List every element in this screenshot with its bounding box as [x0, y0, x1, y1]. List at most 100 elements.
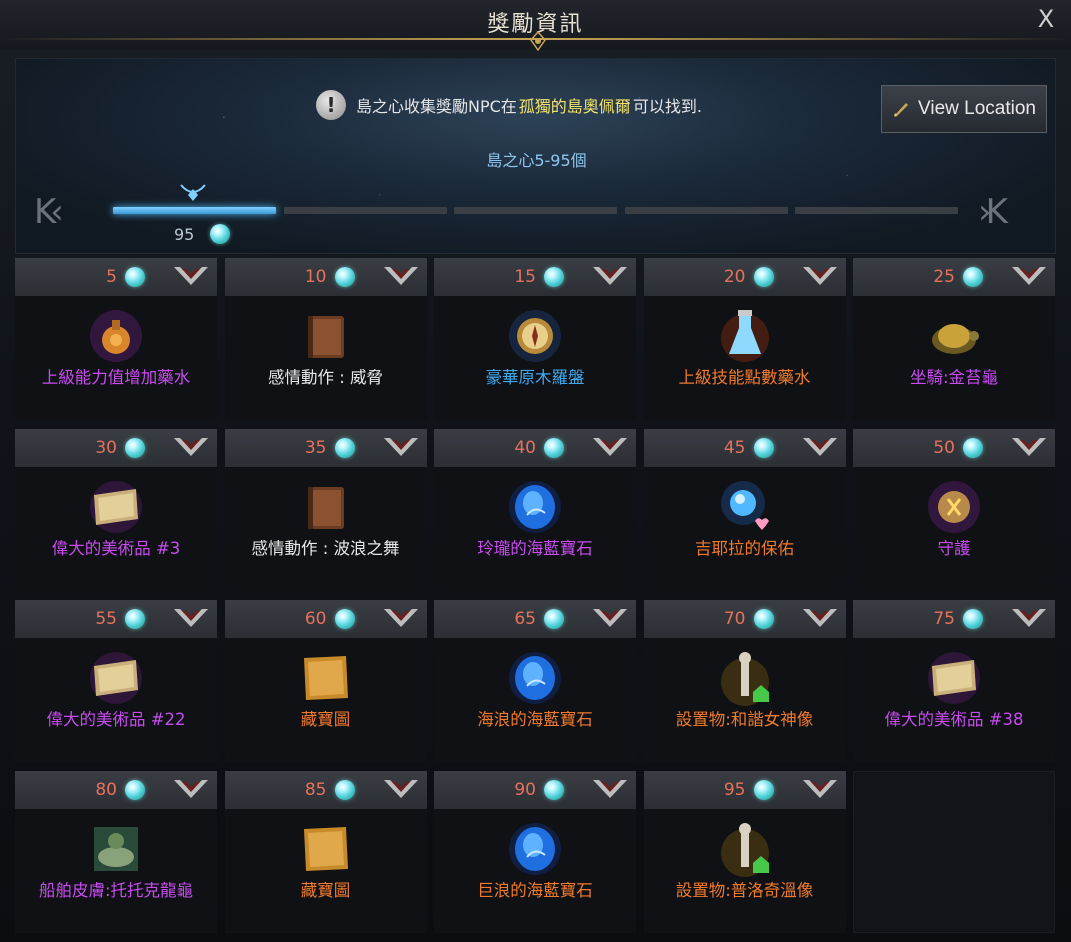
prev-page-button[interactable]: K‹: [34, 192, 64, 232]
title-bar: 獎勵資訊 X: [0, 0, 1071, 52]
claimed-check-icon: [1010, 263, 1048, 291]
reward-card[interactable]: 90 巨浪的海藍寶石: [434, 771, 636, 933]
ship-skin-icon[interactable]: [86, 819, 146, 879]
reward-threshold: 5: [106, 267, 117, 287]
treasure-map-icon[interactable]: [296, 648, 356, 708]
reward-card[interactable]: 15 豪華原木羅盤: [434, 258, 636, 420]
reward-card[interactable]: 95 設置物:普洛奇溫像: [643, 771, 846, 933]
flask-icon[interactable]: [715, 306, 775, 366]
sapphire-icon[interactable]: [505, 819, 565, 879]
reward-label: 上級能力值增加藥水: [41, 368, 191, 387]
potion-icon[interactable]: [86, 306, 146, 366]
reward-card-header: 85: [224, 771, 427, 809]
reward-card-header: 65: [434, 600, 636, 638]
reward-threshold: 55: [95, 609, 117, 629]
progress-segment: [795, 207, 958, 214]
reward-label: 守護: [937, 539, 971, 558]
view-location-label: View Location: [918, 98, 1036, 119]
claimed-check-icon: [801, 434, 839, 462]
painting-icon[interactable]: [86, 648, 146, 708]
reward-threshold: 70: [723, 609, 746, 629]
reward-label: 豪華原木羅盤: [485, 368, 585, 387]
reward-card[interactable]: 45 吉耶拉的保佑: [643, 429, 846, 591]
reward-card-header: 5: [15, 258, 217, 296]
reward-label: 上級技能點數藥水: [678, 368, 811, 387]
reward-card[interactable]: 80 船舶皮膚:托托克龍龜: [15, 771, 217, 933]
reward-card-header: 55: [15, 600, 217, 638]
island-heart-gem-icon: [125, 609, 145, 629]
title-ornament-icon: [530, 30, 546, 52]
island-heart-gem-icon: [544, 438, 564, 458]
island-heart-gem-icon: [125, 780, 145, 800]
book-icon[interactable]: [296, 477, 356, 537]
reward-label: 藏寶圖: [300, 881, 351, 900]
reward-label: 偉大的美術品 #3: [51, 539, 181, 558]
reward-label: 坐騎:金苔龜: [909, 368, 999, 387]
reward-card[interactable]: 60 藏寶圖: [224, 600, 427, 762]
reward-label: 藏寶圖: [300, 710, 351, 729]
reward-card[interactable]: 5 上級能力值增加藥水: [15, 258, 217, 420]
sapphire-icon[interactable]: [505, 648, 565, 708]
progress-segment: [283, 207, 447, 214]
island-heart-gem-icon: [334, 438, 355, 458]
notice-prefix: 島之心收集獎勵NPC在: [356, 97, 517, 116]
claimed-check-icon: [172, 434, 210, 462]
reward-card[interactable]: 25 坐騎:金苔龜: [853, 258, 1055, 420]
reward-card[interactable]: 20 上級技能點數藥水: [643, 258, 846, 420]
reward-threshold: 65: [514, 609, 536, 629]
reward-card[interactable]: 55 偉大的美術品 #22: [15, 600, 217, 762]
statue-icon[interactable]: [715, 819, 775, 879]
painting-icon[interactable]: [86, 477, 146, 537]
reward-threshold: 85: [304, 780, 327, 800]
reward-card[interactable]: 40 玲瓏的海藍寶石: [434, 429, 636, 591]
turtle-icon[interactable]: [924, 306, 984, 366]
reward-threshold: 80: [95, 780, 117, 800]
header-panel: ! 島之心收集獎勵NPC在 孤獨的島奧佩爾 可以找到. View Locatio…: [15, 58, 1056, 254]
rune-icon[interactable]: [924, 477, 984, 537]
reward-card[interactable]: 75 偉大的美術品 #38: [853, 600, 1055, 762]
sapphire-icon[interactable]: [505, 477, 565, 537]
reward-threshold: 25: [933, 267, 955, 287]
compass-icon[interactable]: [505, 306, 565, 366]
reward-threshold: 95: [723, 780, 746, 800]
island-heart-gem-icon: [334, 780, 355, 800]
close-button[interactable]: X: [1033, 4, 1059, 34]
reward-card[interactable]: 10 感情動作 : 威脅: [224, 258, 427, 420]
reward-card-header: 15: [434, 258, 636, 296]
reward-card[interactable]: 50 守護: [853, 429, 1055, 591]
reward-grid: 5 上級能力值增加藥水 10 感情動作 : 威脅 15 豪華原木羅盤 20 上級技能點數藥水 2…: [15, 258, 1056, 933]
island-heart-gem-icon: [753, 267, 774, 287]
reward-card[interactable]: 35 感情動作 : 波浪之舞: [224, 429, 427, 591]
reward-threshold: 50: [933, 438, 955, 458]
statue-icon[interactable]: [715, 648, 775, 708]
claimed-check-icon: [1010, 434, 1048, 462]
island-heart-gem-icon: [210, 224, 230, 244]
reward-card[interactable]: 85 藏寶圖: [224, 771, 427, 933]
reward-card-header: 70: [643, 600, 846, 638]
island-heart-gem-icon: [753, 438, 774, 458]
treasure-map-icon[interactable]: [296, 819, 356, 879]
reward-label: 巨浪的海藍寶石: [477, 881, 593, 900]
blessing-gem-icon[interactable]: [715, 477, 775, 537]
notice-suffix: 可以找到.: [632, 97, 702, 116]
claimed-check-icon: [801, 605, 839, 633]
progress-count: 95: [174, 225, 195, 244]
claimed-check-icon: [172, 263, 210, 291]
reward-card[interactable]: 30 偉大的美術品 #3: [15, 429, 217, 591]
next-page-button[interactable]: ›K: [978, 192, 1008, 232]
island-heart-gem-icon: [125, 438, 145, 458]
view-location-button[interactable]: View Location: [881, 85, 1047, 133]
reward-threshold: 20: [723, 267, 746, 287]
reward-card[interactable]: 65 海浪的海藍寶石: [434, 600, 636, 762]
painting-icon[interactable]: [924, 648, 984, 708]
book-icon[interactable]: [296, 306, 356, 366]
progress-segment: [113, 207, 276, 214]
claimed-check-icon: [591, 434, 629, 462]
reward-label: 感情動作 : 波浪之舞: [251, 539, 400, 558]
reward-threshold: 75: [933, 609, 955, 629]
npc-notice: ! 島之心收集獎勵NPC在 孤獨的島奧佩爾 可以找到.: [316, 89, 702, 121]
claimed-check-icon: [382, 434, 420, 462]
reward-card-header: 60: [224, 600, 427, 638]
reward-card[interactable]: 70 設置物:和諧女神像: [643, 600, 846, 762]
reward-label: 設置物:普洛奇溫像: [675, 881, 814, 900]
